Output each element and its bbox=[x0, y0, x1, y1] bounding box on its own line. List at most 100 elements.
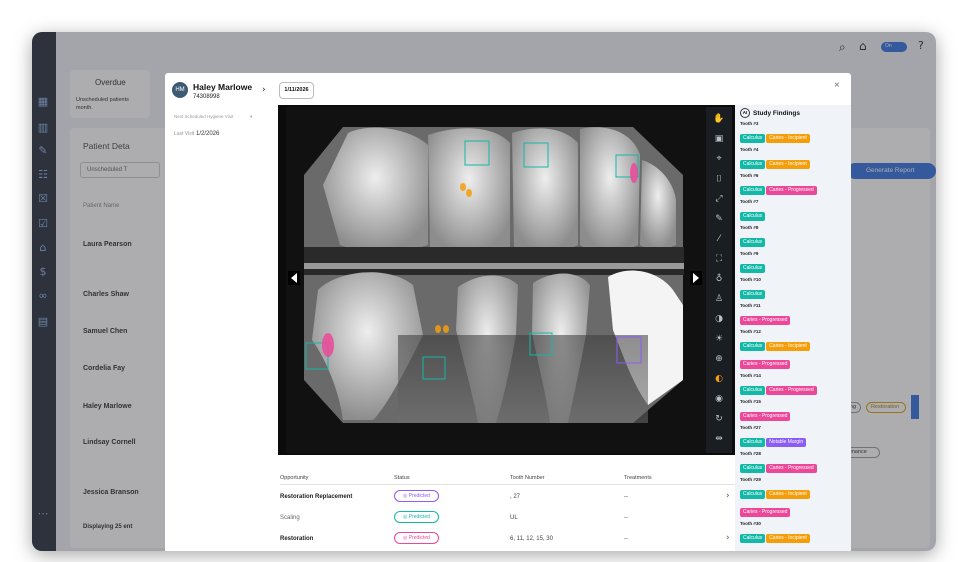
finding-tag[interactable]: Caries - Progressed bbox=[766, 186, 817, 195]
finding-group: Tooth #4 Calculus Caries - Incipient bbox=[740, 147, 846, 170]
brightness-icon[interactable]: ◑ bbox=[713, 313, 725, 325]
opportunity-row[interactable]: Restoration Replacement ◎ Predicted , 27 --… bbox=[280, 489, 735, 510]
col-opportunity: Opportunity bbox=[280, 475, 309, 481]
col-status: Status bbox=[394, 475, 410, 481]
finding-tags: Calculus Caries - Progressed bbox=[740, 456, 846, 474]
patient-id: 74308998 bbox=[193, 94, 220, 100]
status-badge: ◎ Predicted bbox=[394, 490, 439, 502]
dropdown-icon[interactable]: ▾ bbox=[250, 114, 252, 120]
finding-tag[interactable]: Caries - Progressed bbox=[740, 508, 791, 517]
tooth-outline-icon[interactable]: ♁ bbox=[713, 273, 725, 285]
col-tooth-number: Tooth Number bbox=[510, 475, 545, 481]
finding-tags: Calculus bbox=[740, 256, 846, 274]
crosshair-icon[interactable]: ⌖ bbox=[713, 153, 725, 165]
finding-tag[interactable]: Calculus bbox=[740, 238, 766, 247]
opportunity-row[interactable]: Scaling ◎ Predicted UL -- bbox=[280, 510, 735, 531]
finding-tag[interactable]: Caries - Progressed bbox=[766, 464, 817, 473]
opportunity-name: Scaling bbox=[280, 515, 300, 521]
xray-viewer[interactable]: ✋ ▣ ⌖ ⌷ ⤢ ✎ ⁄ ⛶ ♁ ♙ ◑ ☀ ⊕ ◐ ◉ ↻ ⇹ bbox=[278, 105, 738, 455]
finding-group: Tooth #30CalculusCaries - IncipientCarie… bbox=[740, 521, 846, 551]
tooth-numbers: , 27 bbox=[510, 494, 521, 500]
finding-group: Tooth #15 Caries - Progressed bbox=[740, 399, 846, 422]
finding-tag[interactable]: Calculus bbox=[740, 438, 766, 447]
ruler-icon[interactable]: ⌷ bbox=[713, 173, 725, 185]
finding-tag[interactable]: Calculus bbox=[740, 134, 766, 143]
findings-list: Tooth #3 Calculus Caries - Incipient Tooth … bbox=[740, 121, 846, 551]
last-visit-label: Last Visit bbox=[174, 131, 195, 137]
finding-tag[interactable]: Calculus bbox=[740, 342, 766, 351]
flip-icon[interactable]: ⇹ bbox=[713, 433, 725, 445]
status-badge: ◎ Predicted bbox=[394, 511, 439, 523]
previous-image-button[interactable] bbox=[288, 271, 300, 285]
opportunity-row[interactable]: Restoration ◎ Predicted 6, 11, 12, 15, 30 -… bbox=[280, 531, 735, 551]
close-icon[interactable]: × bbox=[834, 80, 840, 91]
tooth-numbers: UL bbox=[510, 515, 518, 521]
patient-name: Haley Marlowe bbox=[193, 82, 253, 92]
layout-icon[interactable]: ▣ bbox=[713, 133, 725, 145]
ai-icon: AI bbox=[740, 108, 750, 118]
finding-tag[interactable]: Calculus bbox=[740, 160, 766, 169]
finding-tags: CalculusCaries - Incipient Caries - Progr… bbox=[740, 482, 846, 518]
finding-group: Tooth #27 Calculus Notable Margin bbox=[740, 425, 846, 448]
col-treatments: Treatments bbox=[624, 475, 652, 481]
status-badge: ◎ Predicted bbox=[394, 532, 439, 544]
finding-tag[interactable]: Calculus bbox=[740, 264, 766, 273]
treatments: -- bbox=[624, 536, 628, 542]
finding-tag[interactable]: Calculus bbox=[740, 212, 766, 221]
finding-tag[interactable]: Calculus bbox=[740, 464, 766, 473]
finding-tag[interactable]: Caries - Incipient bbox=[766, 342, 810, 351]
image-date-tab[interactable]: 1/11/2026 bbox=[279, 82, 314, 99]
last-visit-date: 1/2/2026 bbox=[196, 131, 220, 137]
finding-tag[interactable]: Caries - Incipient bbox=[766, 160, 810, 169]
eye-icon[interactable]: ◉ bbox=[713, 393, 725, 405]
finding-group: Tooth #7 Calculus bbox=[740, 199, 846, 222]
finding-tags: Calculus Notable Margin bbox=[740, 430, 846, 448]
chevron-right-icon[interactable]: › bbox=[726, 533, 730, 543]
finding-group: Tooth #12 Calculus Caries - IncipientCarie… bbox=[740, 329, 846, 370]
finding-tags: Calculus Caries - Incipient bbox=[740, 152, 846, 170]
finding-tags: Caries - Progressed bbox=[740, 308, 846, 326]
pan-hand-icon[interactable]: ✋ bbox=[713, 113, 725, 125]
finding-tags: Calculus bbox=[740, 230, 846, 248]
rotate-icon[interactable]: ↻ bbox=[713, 413, 725, 425]
chevron-right-icon[interactable]: › bbox=[726, 491, 730, 501]
finding-tag[interactable]: Caries - Progressed bbox=[740, 360, 791, 369]
sun-icon[interactable]: ☀ bbox=[713, 333, 725, 345]
measure-icon[interactable]: ⤢ bbox=[713, 193, 725, 205]
finding-tags: CalculusCaries - IncipientCaries - Progr… bbox=[740, 526, 846, 551]
finding-tag[interactable]: Caries - Progressed bbox=[740, 412, 791, 421]
finding-tag[interactable]: Calculus bbox=[740, 386, 766, 395]
finding-tag[interactable]: Notable Margin bbox=[766, 438, 807, 447]
tooth-icon[interactable]: ⛶ bbox=[713, 253, 725, 265]
finding-group: Tooth #29 Calculus Caries - IncipientCarie… bbox=[740, 477, 846, 518]
zoom-icon[interactable]: ⊕ bbox=[713, 353, 725, 365]
finding-tags: Caries - Progressed bbox=[740, 404, 846, 422]
finding-tags: Calculus bbox=[740, 282, 846, 300]
finding-tag[interactable]: Caries - Incipient bbox=[766, 490, 810, 499]
avatar: HM bbox=[172, 82, 188, 98]
finding-tag[interactable]: Calculus bbox=[740, 534, 766, 543]
finding-tag[interactable]: Calculus bbox=[740, 186, 766, 195]
study-findings-panel: AI Study Findings Tooth #3 Calculus Caries… bbox=[735, 105, 851, 551]
tooth-filled-icon[interactable]: ♙ bbox=[713, 293, 725, 305]
opportunity-name: Restoration Replacement bbox=[280, 494, 353, 500]
next-visit-label: Next Scheduled Hygiene Visit bbox=[174, 114, 234, 119]
finding-tags: Calculus Caries - Progressed bbox=[740, 178, 846, 196]
finding-tag[interactable]: Calculus bbox=[740, 490, 766, 499]
finding-tag[interactable]: Caries - Incipient bbox=[766, 534, 810, 543]
opportunity-name: Restoration bbox=[280, 536, 314, 542]
finding-group: Tooth #8 Calculus bbox=[740, 225, 846, 248]
pen-icon[interactable]: ✎ bbox=[713, 213, 725, 225]
finding-tag[interactable]: Calculus bbox=[740, 290, 766, 299]
chevron-right-icon[interactable]: › bbox=[262, 85, 266, 95]
contrast-icon[interactable]: ◐ bbox=[713, 373, 725, 385]
finding-group: Tooth #10 Calculus bbox=[740, 277, 846, 300]
finding-group: Tooth #6 Calculus Caries - Progressed bbox=[740, 173, 846, 196]
next-image-button[interactable] bbox=[690, 271, 702, 285]
finding-tag[interactable]: Caries - Progressed bbox=[766, 386, 817, 395]
finding-tag[interactable]: Caries - Incipient bbox=[766, 134, 810, 143]
finding-tags: CalculusCaries - Incipient Caries - Progr… bbox=[740, 334, 846, 370]
finding-tag[interactable]: Caries - Progressed bbox=[740, 316, 791, 325]
line-icon[interactable]: ⁄ bbox=[713, 233, 725, 245]
findings-title: Study Findings bbox=[753, 109, 800, 117]
